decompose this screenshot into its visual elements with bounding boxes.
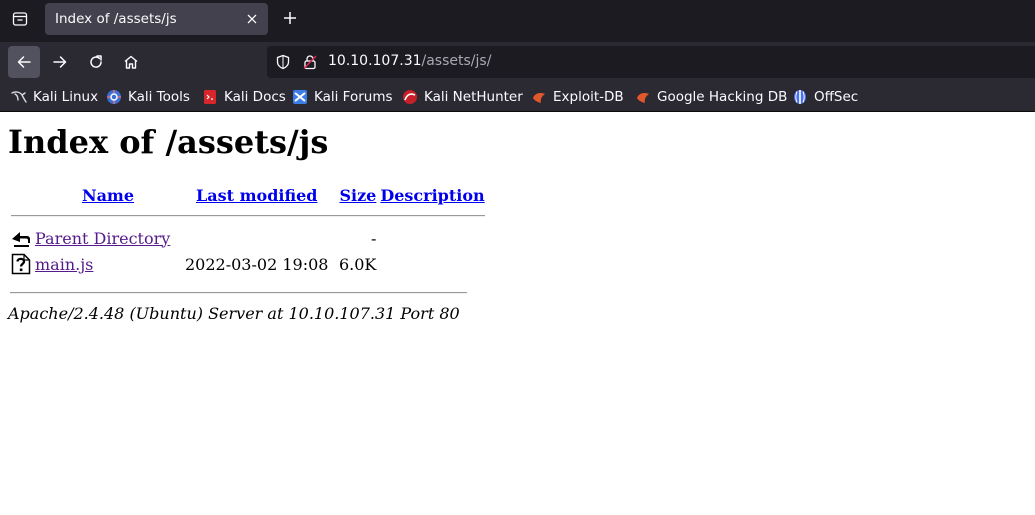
footer-separator bbox=[10, 292, 467, 294]
forward-button[interactable] bbox=[44, 46, 76, 78]
row-size-cell: - bbox=[370, 228, 377, 248]
bookmark-label: Kali NetHunter bbox=[424, 89, 523, 105]
page-title: Index of /assets/js bbox=[8, 123, 329, 161]
tab-list-button[interactable] bbox=[8, 7, 32, 31]
sort-by-modified-link[interactable]: Last modified bbox=[196, 186, 317, 205]
lock-warning-icon[interactable] bbox=[302, 54, 318, 70]
row-name-cell: Parent Directory bbox=[34, 226, 182, 250]
bookmark-label: Google Hacking DB bbox=[657, 89, 788, 105]
bookmark-kali-nethunter[interactable]: Kali NetHunter bbox=[402, 88, 523, 106]
tab-list-icon bbox=[12, 12, 28, 26]
url-text[interactable]: 10.10.107.31/assets/js/ bbox=[328, 53, 491, 69]
parent-directory-link[interactable]: Parent Directory bbox=[35, 229, 170, 248]
ghdb-icon bbox=[637, 93, 649, 103]
shield-icon[interactable] bbox=[275, 54, 291, 70]
separator-cell bbox=[10, 208, 486, 224]
forward-arrow-icon bbox=[53, 56, 67, 68]
table-header-row: Name Last modified Size Description bbox=[10, 185, 486, 206]
bookmark-label: OffSec bbox=[814, 89, 859, 105]
row-icon-cell bbox=[10, 252, 32, 276]
reload-button[interactable] bbox=[80, 46, 112, 78]
bookmark-label: Kali Docs bbox=[224, 89, 286, 105]
row-name-cell: main.js bbox=[34, 252, 182, 276]
close-icon bbox=[247, 14, 257, 24]
url-path: /assets/js/ bbox=[421, 53, 492, 69]
tab-bar: Index of /assets/js bbox=[0, 0, 1035, 42]
url-host: 10.10.107.31 bbox=[328, 53, 422, 69]
row-description-cell bbox=[379, 252, 485, 276]
bookmark-label: Kali Linux bbox=[33, 89, 99, 105]
tab-close-button[interactable] bbox=[244, 11, 260, 27]
bookmark-kali-tools[interactable]: Kali Tools bbox=[106, 88, 190, 106]
main-js-link[interactable]: main.js bbox=[35, 255, 93, 274]
row-description-cell bbox=[379, 226, 485, 250]
home-icon bbox=[124, 55, 138, 69]
kali-nethunter-icon bbox=[403, 90, 417, 104]
kali-tools-icon bbox=[107, 90, 121, 104]
kali-forums-icon bbox=[293, 90, 307, 104]
exploit-db-icon bbox=[533, 93, 545, 103]
bookmarks-toolbar: Kali Linux Kali Tools Kali Docs Kali For… bbox=[0, 82, 1035, 112]
unknown-file-icon bbox=[11, 253, 31, 275]
size-column-header: Size bbox=[331, 185, 377, 206]
offsec-icon bbox=[794, 90, 806, 104]
home-button[interactable] bbox=[115, 46, 147, 78]
bookmark-kali-docs[interactable]: Kali Docs bbox=[202, 88, 286, 106]
row-modified-cell: 2022-03-02 19:08 bbox=[185, 254, 329, 274]
new-tab-button[interactable] bbox=[279, 7, 301, 29]
plus-icon bbox=[284, 12, 296, 24]
page-content: Index of /assets/js Name Last modified S… bbox=[0, 113, 1035, 515]
back-folder-icon bbox=[12, 232, 30, 247]
description-column-header: Description bbox=[379, 185, 485, 206]
back-arrow-icon bbox=[17, 56, 31, 68]
row-icon-cell bbox=[10, 226, 32, 250]
bookmark-exploit-db[interactable]: Exploit-DB bbox=[531, 88, 624, 106]
bookmark-label: Kali Forums bbox=[314, 89, 393, 105]
directory-listing-table: Name Last modified Size Description Pare… bbox=[8, 183, 488, 278]
tab-active[interactable]: Index of /assets/js bbox=[45, 3, 268, 35]
kali-dragon-icon bbox=[11, 91, 27, 103]
name-column-header: Name bbox=[34, 185, 182, 206]
separator-line bbox=[11, 215, 485, 217]
bookmark-label: Kali Tools bbox=[128, 89, 190, 105]
row-size-cell: 6.0K bbox=[338, 254, 377, 274]
modified-column-header: Last modified bbox=[184, 185, 329, 206]
table-row: Parent Directory - bbox=[10, 226, 486, 250]
navigation-toolbar: 10.10.107.31/assets/js/ bbox=[0, 42, 1035, 82]
tab-title: Index of /assets/js bbox=[55, 11, 177, 27]
reload-icon bbox=[90, 55, 102, 68]
kali-docs-icon bbox=[204, 90, 216, 104]
sort-by-size-link[interactable]: Size bbox=[339, 186, 376, 205]
separator-row bbox=[10, 208, 486, 224]
bookmark-offsec[interactable]: OffSec bbox=[792, 88, 858, 106]
row-modified-cell bbox=[184, 226, 329, 250]
icon-column-header bbox=[10, 185, 32, 206]
bookmark-label: Exploit-DB bbox=[553, 89, 624, 105]
bookmark-kali-forums[interactable]: Kali Forums bbox=[292, 88, 393, 106]
bookmark-kali-linux[interactable]: Kali Linux bbox=[11, 88, 98, 106]
server-signature: Apache/2.4.48 (Ubuntu) Server at 10.10.1… bbox=[8, 304, 460, 323]
table-row: main.js 2022-03-02 19:08 6.0K bbox=[10, 252, 486, 276]
sort-by-name-link[interactable]: Name bbox=[82, 186, 134, 205]
sort-by-description-link[interactable]: Description bbox=[380, 186, 484, 205]
bookmark-google-hacking-db[interactable]: Google Hacking DB bbox=[635, 88, 787, 106]
back-button[interactable] bbox=[8, 46, 40, 78]
address-bar[interactable]: 10.10.107.31/assets/js/ bbox=[267, 46, 1035, 78]
